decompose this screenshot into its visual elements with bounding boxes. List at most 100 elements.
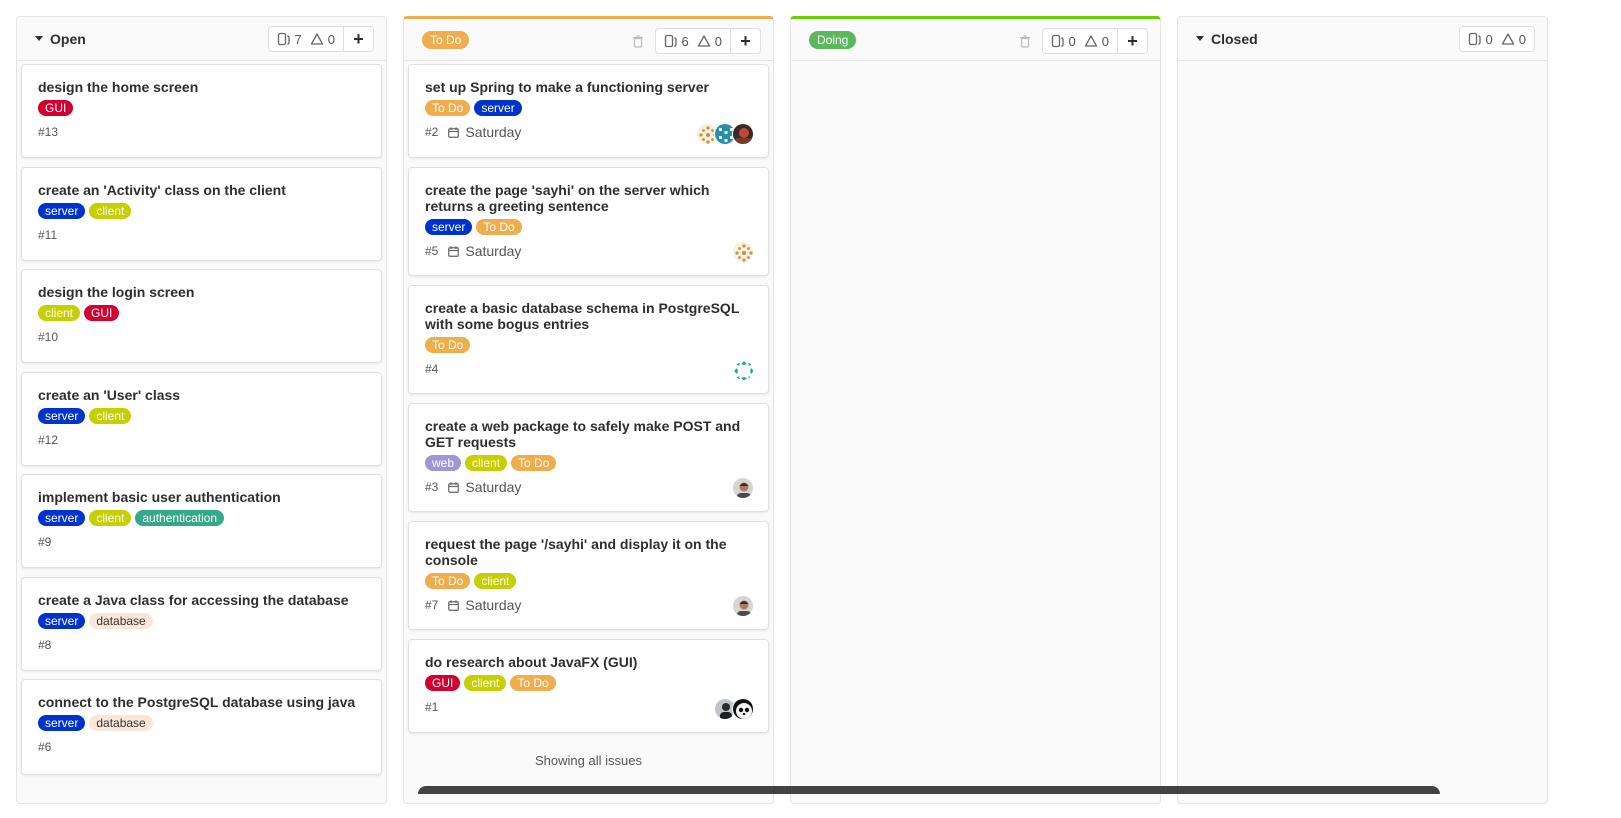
assignee-avatars bbox=[732, 595, 754, 617]
plus-icon: + bbox=[353, 29, 364, 49]
issue-card[interactable]: implement basic user authentication serve… bbox=[21, 474, 382, 568]
issue-title[interactable]: implement basic user authentication bbox=[38, 489, 365, 505]
issues-icon bbox=[664, 34, 677, 48]
list-label-todo[interactable]: To Do bbox=[422, 30, 470, 49]
label-badge[interactable]: database bbox=[89, 715, 153, 731]
issue-meta: #5 Saturday bbox=[425, 242, 752, 260]
label-badge[interactable]: server bbox=[38, 715, 86, 731]
issue-labels: To Do server bbox=[425, 100, 752, 116]
avatar[interactable] bbox=[732, 241, 754, 263]
issue-meta: #6 bbox=[38, 738, 365, 756]
issue-card[interactable]: create a basic database schema in Postgr… bbox=[408, 285, 769, 394]
issues-icon bbox=[1468, 32, 1481, 46]
label-badge[interactable]: To Do bbox=[425, 100, 471, 116]
issue-card[interactable]: connect to the PostgreSQL database using… bbox=[21, 679, 382, 775]
avatar[interactable] bbox=[732, 595, 754, 617]
label-badge[interactable]: client bbox=[89, 203, 132, 219]
label-badge[interactable]: To Do bbox=[476, 219, 522, 235]
due-date: Saturday bbox=[465, 243, 522, 259]
issue-title[interactable]: create a Java class for accessing the da… bbox=[38, 592, 365, 608]
add-issue-button[interactable]: + bbox=[344, 26, 374, 52]
issue-card[interactable]: create a Java class for accessing the da… bbox=[21, 577, 382, 671]
label-badge[interactable]: server bbox=[38, 203, 86, 219]
label-badge[interactable]: client bbox=[38, 305, 81, 321]
issue-card[interactable]: design the home screen GUI #13 bbox=[21, 64, 382, 158]
issue-title[interactable]: create the page 'sayhi' on the server wh… bbox=[425, 182, 752, 214]
label-badge[interactable]: GUI bbox=[38, 100, 74, 116]
issue-card[interactable]: set up Spring to make a functioning serv… bbox=[408, 64, 769, 158]
issue-title[interactable]: request the page '/sayhi' and display it… bbox=[425, 536, 752, 568]
issue-number: #8 bbox=[38, 638, 52, 652]
list-header-todo: To Do 6 0 + bbox=[404, 19, 773, 61]
label-badge[interactable]: To Do bbox=[425, 337, 471, 353]
issue-labels: server client bbox=[38, 408, 365, 424]
label-badge[interactable]: client bbox=[465, 455, 508, 471]
label-badge[interactable]: web bbox=[425, 455, 462, 471]
label-badge[interactable]: server bbox=[38, 510, 86, 526]
issue-title[interactable]: do research about JavaFX (GUI) bbox=[425, 654, 752, 670]
label-badge[interactable]: client bbox=[89, 510, 132, 526]
issue-count-badge: 0 0 bbox=[1458, 26, 1535, 52]
list-header-open: Open 7 0 + bbox=[17, 17, 386, 61]
label-badge[interactable]: authentication bbox=[135, 510, 225, 526]
issue-title[interactable]: design the login screen bbox=[38, 284, 365, 300]
avatar[interactable] bbox=[732, 477, 754, 499]
list-label-doing[interactable]: Doing bbox=[809, 30, 857, 49]
add-issue-button[interactable]: + bbox=[731, 28, 761, 54]
label-badge[interactable]: client bbox=[464, 675, 507, 691]
label-badge[interactable]: To Do bbox=[511, 455, 557, 471]
caret-down-icon[interactable] bbox=[35, 36, 43, 41]
issue-card[interactable]: do research about JavaFX (GUI) GUI client T… bbox=[408, 639, 769, 733]
label-badge[interactable]: GUI bbox=[84, 305, 120, 321]
horizontal-scrollbar[interactable] bbox=[418, 786, 1440, 794]
issue-card[interactable]: create the page 'sayhi' on the server wh… bbox=[408, 167, 769, 276]
weight-icon bbox=[1501, 33, 1514, 45]
issue-card[interactable]: design the login screen client GUI #10 bbox=[21, 269, 382, 363]
issue-title[interactable]: create an 'User' class bbox=[38, 387, 365, 403]
issue-meta: #1 bbox=[425, 698, 752, 716]
issue-card[interactable]: create a web package to safely make POST… bbox=[408, 403, 769, 512]
issue-title[interactable]: connect to the PostgreSQL database using… bbox=[38, 694, 365, 710]
issue-meta: #8 bbox=[38, 636, 365, 654]
label-badge[interactable]: server bbox=[474, 100, 522, 116]
issue-card[interactable]: create an 'Activity' class on the client… bbox=[21, 167, 382, 261]
issue-number: #11 bbox=[38, 228, 58, 242]
label-badge[interactable]: client bbox=[474, 573, 517, 589]
label-badge[interactable]: To Do bbox=[510, 675, 556, 691]
calendar-icon bbox=[448, 126, 460, 138]
label-badge[interactable]: server bbox=[38, 613, 86, 629]
issue-labels: To Do client bbox=[425, 573, 752, 589]
list-title-open[interactable]: Open bbox=[35, 31, 86, 47]
add-issue-button[interactable]: + bbox=[1118, 28, 1148, 54]
list-title-closed[interactable]: Closed bbox=[1196, 31, 1258, 47]
avatar[interactable] bbox=[732, 359, 754, 381]
issue-labels: client GUI bbox=[38, 305, 365, 321]
trash-icon[interactable] bbox=[631, 34, 645, 48]
avatar[interactable] bbox=[732, 698, 754, 720]
trash-icon[interactable] bbox=[1018, 34, 1032, 48]
label-badge[interactable]: database bbox=[89, 613, 153, 629]
avatar[interactable] bbox=[732, 123, 754, 145]
due-date: Saturday bbox=[465, 597, 522, 613]
issue-title[interactable]: create a basic database schema in Postgr… bbox=[425, 300, 752, 332]
issue-card[interactable]: create an 'User' class server client #12 bbox=[21, 372, 382, 466]
caret-down-icon[interactable] bbox=[1196, 36, 1204, 41]
issue-title[interactable]: set up Spring to make a functioning serv… bbox=[425, 79, 752, 95]
label-badge[interactable]: To Do bbox=[425, 573, 471, 589]
weight-icon bbox=[697, 35, 710, 47]
label-badge[interactable]: server bbox=[425, 219, 473, 235]
issue-labels: web client To Do bbox=[425, 455, 752, 471]
issue-title[interactable]: design the home screen bbox=[38, 79, 365, 95]
issue-labels: server database bbox=[38, 715, 365, 731]
assignee-avatars bbox=[714, 698, 754, 720]
weight-icon bbox=[310, 33, 323, 45]
issue-title[interactable]: create a web package to safely make POST… bbox=[425, 418, 752, 450]
label-badge[interactable]: GUI bbox=[425, 675, 461, 691]
issue-title[interactable]: create an 'Activity' class on the client bbox=[38, 182, 365, 198]
issue-count-badge: 6 0 bbox=[654, 28, 731, 54]
issue-card[interactable]: request the page '/sayhi' and display it… bbox=[408, 521, 769, 630]
label-badge[interactable]: client bbox=[89, 408, 132, 424]
issue-labels: To Do bbox=[425, 337, 752, 353]
weight-icon bbox=[1084, 35, 1097, 47]
label-badge[interactable]: server bbox=[38, 408, 86, 424]
